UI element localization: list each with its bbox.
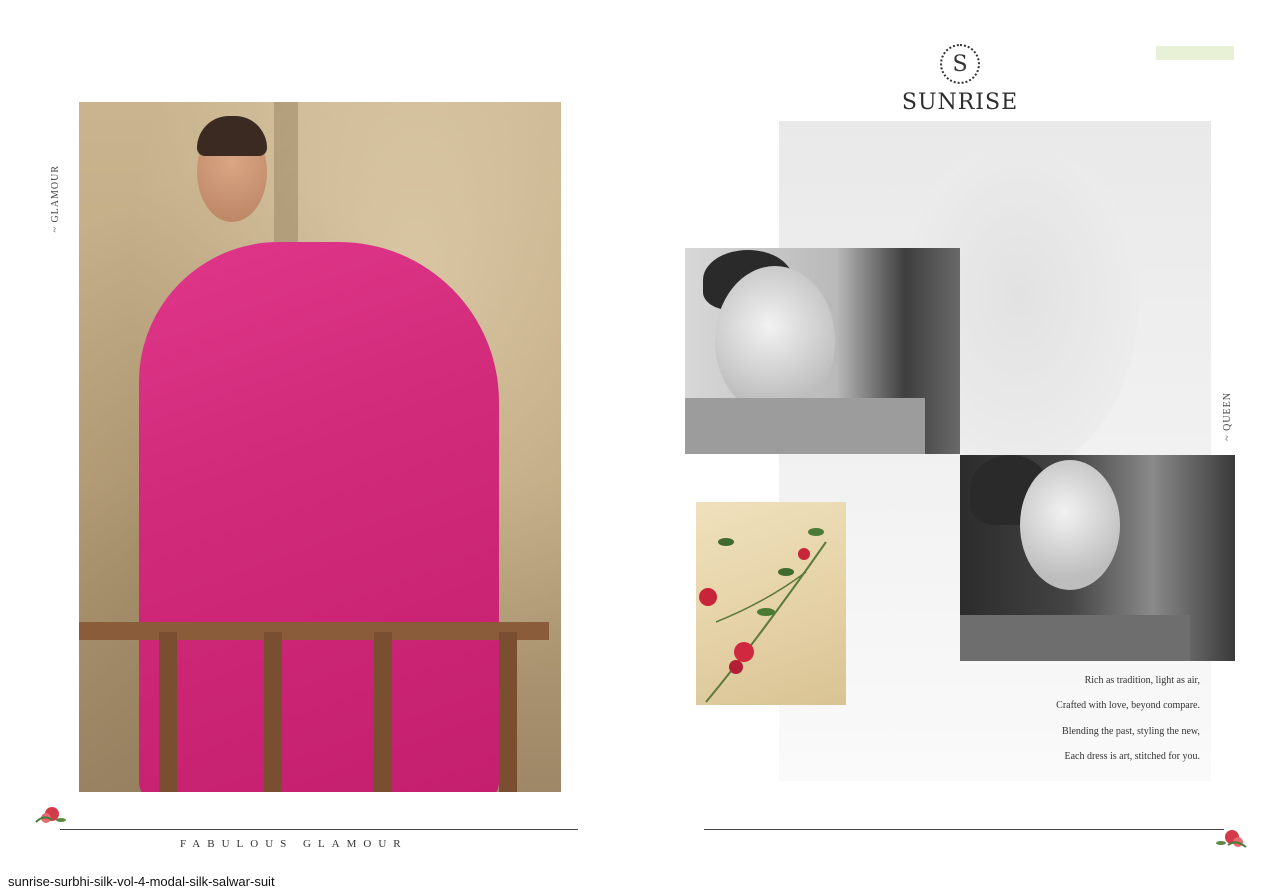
- railing-post: [264, 632, 282, 792]
- poem-line: Blending the past, styling the new,: [1062, 726, 1200, 737]
- queen-side-label: ~ QUEEN: [1222, 392, 1233, 441]
- glamour-side-label: ~ GLAMOUR: [50, 165, 61, 233]
- poem-line: Crafted with love, beyond compare.: [1056, 700, 1200, 711]
- railing-post: [374, 632, 392, 792]
- poem-line: Each dress is art, stitched for you.: [1064, 751, 1200, 762]
- left-footer-rule: [60, 829, 578, 830]
- portrait-face: [1020, 460, 1120, 590]
- railing-post: [499, 632, 517, 792]
- railing-post: [159, 632, 177, 792]
- footer-tagline: FABULOUS GLAMOUR: [180, 838, 408, 850]
- bougainvillea-photo: [696, 502, 846, 705]
- main-model-photo: [79, 102, 561, 792]
- portrait-garment: [685, 398, 925, 454]
- brand-name: SUNRISE: [901, 90, 1019, 115]
- accent-bar: [1156, 46, 1234, 60]
- right-footer-rule: [704, 829, 1224, 830]
- flower-ornament-icon: [34, 800, 68, 830]
- wooden-railing: [79, 622, 549, 640]
- flower-ornament-icon: [1214, 823, 1248, 853]
- portrait-face: [715, 266, 835, 416]
- pink-dress: [139, 242, 499, 792]
- portrait-garment: [960, 615, 1190, 661]
- poem-line: Rich as tradition, light as air,: [1084, 675, 1200, 686]
- bw-portrait-1: [685, 248, 960, 454]
- sunrise-logo-icon: S: [940, 44, 980, 84]
- bw-portrait-2: [960, 455, 1235, 661]
- image-caption: sunrise-surbhi-silk-vol-4-modal-silk-sal…: [8, 874, 275, 889]
- logo-initial: S: [952, 51, 968, 77]
